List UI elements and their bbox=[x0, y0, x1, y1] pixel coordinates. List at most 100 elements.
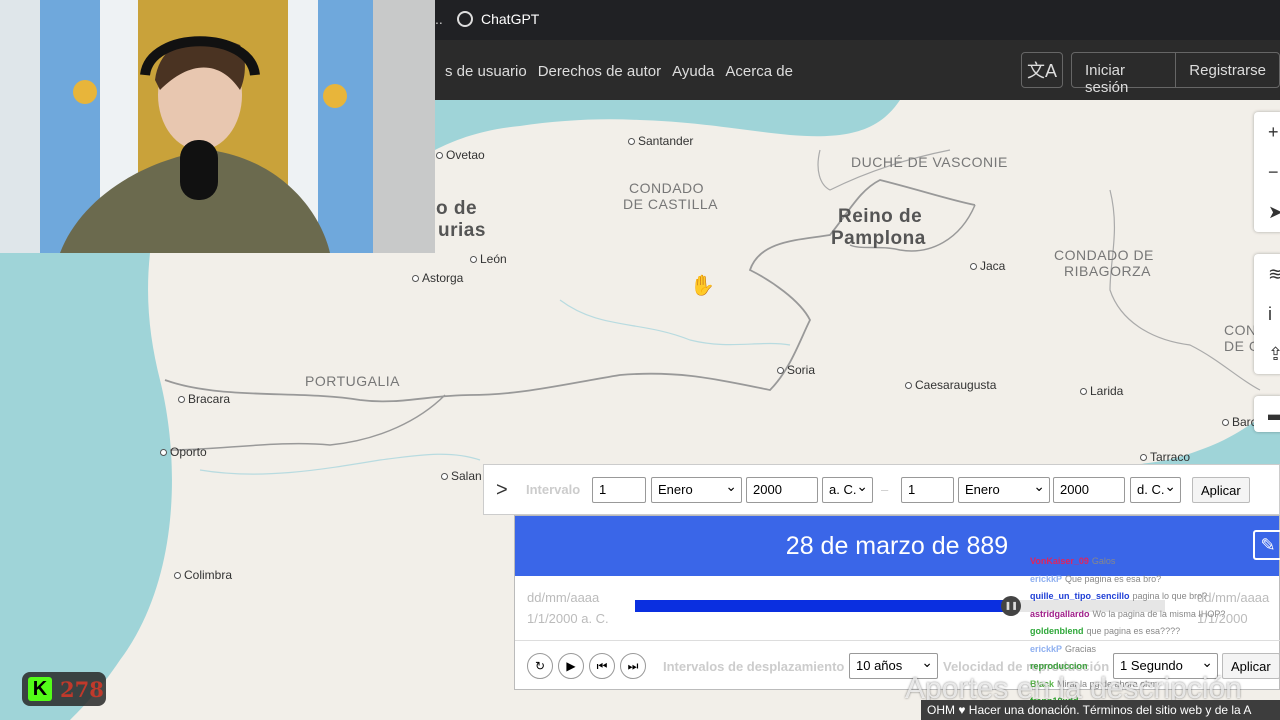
chat-text: Galos bbox=[1091, 556, 1116, 566]
timeline-progress bbox=[635, 600, 1012, 612]
chat-message: quille_un_tipo_sencillo pagina lo que bro… bbox=[1030, 588, 1280, 606]
chat-username: erickkP bbox=[1030, 573, 1063, 584]
chat-username: VonKaiser_09 bbox=[1030, 556, 1089, 566]
place-label: Jaca bbox=[970, 259, 1005, 273]
place-marker-icon bbox=[412, 275, 419, 282]
map-controls-comment: ▬ bbox=[1254, 396, 1280, 432]
kick-logo-icon: K bbox=[28, 677, 52, 701]
layers-icon: ≋ bbox=[1268, 263, 1280, 284]
tab-chatgpt[interactable]: ChatGPT bbox=[457, 11, 539, 27]
share-button[interactable]: ⇪ bbox=[1254, 334, 1280, 374]
from-era-select[interactable]: a. C. bbox=[822, 477, 873, 503]
map-controls-zoom: + − ➤ bbox=[1254, 112, 1280, 232]
from-month-select[interactable]: Enero bbox=[651, 477, 742, 503]
chat-text: pagina lo que bro? bbox=[1132, 591, 1208, 601]
place-marker-icon bbox=[470, 256, 477, 263]
nav-link-help[interactable]: Ayuda bbox=[672, 63, 714, 80]
translate-button[interactable]: 文A bbox=[1021, 52, 1063, 88]
chat-message: goldenblend que pagina es esa???? bbox=[1030, 623, 1280, 641]
nav-link-copyright[interactable]: Derechos de autor bbox=[538, 63, 661, 80]
place-label: Ovetao bbox=[436, 148, 485, 162]
place-label: Tarraco bbox=[1140, 450, 1190, 464]
chat-message: erickkP Que pagina es esa bro? bbox=[1030, 571, 1280, 589]
skip-forward-icon: ⏭ bbox=[627, 659, 639, 673]
from-month-value: Enero bbox=[658, 482, 693, 497]
chat-username: astridgallardo bbox=[1030, 608, 1090, 619]
layers-button[interactable]: ≋ bbox=[1254, 254, 1280, 294]
place-label: Santander bbox=[628, 134, 693, 148]
register-button[interactable]: Registrarse bbox=[1175, 53, 1279, 87]
place-marker-icon bbox=[441, 473, 448, 480]
loop-icon: ↻ bbox=[534, 659, 546, 673]
map-controls-layers: ≋ i ⇪ bbox=[1254, 254, 1280, 374]
chat-message: astridgallardo Wo la pagina de la misma I… bbox=[1030, 606, 1280, 624]
compass-icon: ➤ bbox=[1268, 201, 1280, 222]
place-label: Caesaraugusta bbox=[905, 378, 996, 392]
place-marker-icon bbox=[178, 396, 185, 403]
to-year-input[interactable]: 2000 bbox=[1053, 477, 1125, 503]
comment-button[interactable]: ▬ bbox=[1254, 396, 1280, 432]
compass-button[interactable]: ➤ bbox=[1254, 192, 1280, 232]
timeline-thumb-icon[interactable]: ❚❚ bbox=[1001, 596, 1022, 616]
chat-text: Wo la pagina de la misma IHOP? bbox=[1092, 608, 1226, 619]
step-value: 10 años bbox=[856, 658, 903, 673]
place-marker-icon bbox=[628, 138, 635, 145]
chat-username: quille_un_tipo_sencillo bbox=[1030, 591, 1130, 601]
nav-link-user-terms[interactable]: s de usuario bbox=[445, 63, 527, 80]
hand-cursor-icon: ✋ bbox=[690, 275, 715, 297]
viewer-count: 278 bbox=[60, 676, 104, 702]
share-icon: ⇪ bbox=[1268, 343, 1280, 364]
chat-message: VonKaiser_09 Galos bbox=[1030, 553, 1280, 571]
viewer-count-badge: K 278 bbox=[22, 672, 106, 706]
from-day-input[interactable]: 1 bbox=[592, 477, 646, 503]
interval-apply-button[interactable]: Aplicar bbox=[1192, 477, 1250, 503]
to-month-select[interactable]: Enero bbox=[958, 477, 1050, 503]
chat-text: Que pagina es esa bro? bbox=[1065, 573, 1162, 584]
chat-username: erickkP bbox=[1030, 643, 1063, 654]
interval-separator: – bbox=[881, 482, 889, 497]
place-marker-icon bbox=[1140, 454, 1147, 461]
nav-link-about[interactable]: Acerca de bbox=[725, 63, 793, 80]
region-label: DE CASTILLA bbox=[623, 196, 718, 212]
comment-icon: ▬ bbox=[1268, 403, 1280, 424]
play-button[interactable]: ▶ bbox=[558, 653, 584, 679]
tab-title: ChatGPT bbox=[481, 11, 540, 27]
auth-buttons: Iniciar sesión Registrarse bbox=[1071, 52, 1280, 96]
start-format-label: dd/mm/aaaa bbox=[527, 590, 600, 605]
minus-icon: − bbox=[1268, 161, 1279, 182]
from-year-input[interactable]: 2000 bbox=[746, 477, 818, 503]
place-marker-icon bbox=[777, 367, 784, 374]
to-day-input[interactable]: 1 bbox=[901, 477, 954, 503]
skip-back-button[interactable]: ⏮ bbox=[589, 653, 615, 679]
to-era-select[interactable]: d. C. bbox=[1130, 477, 1181, 503]
site-navbar: s de usuario Derechos de autor Ayuda Ace… bbox=[435, 40, 1280, 100]
loop-button[interactable]: ↻ bbox=[527, 653, 553, 679]
pencil-icon: ✎ bbox=[1260, 535, 1276, 555]
place-label: Bracara bbox=[178, 392, 230, 406]
step-label: Intervalos de desplazamiento bbox=[663, 659, 845, 674]
to-month-value: Enero bbox=[965, 482, 1000, 497]
footer-ticker: OHM ♥ Hacer una donación. Términos del s… bbox=[921, 700, 1280, 720]
region-label: o de bbox=[436, 198, 478, 219]
place-label: Salan bbox=[441, 469, 482, 483]
place-marker-icon bbox=[970, 263, 977, 270]
place-label: Larida bbox=[1080, 384, 1123, 398]
collapse-chevron-icon[interactable]: > bbox=[496, 479, 508, 502]
info-button[interactable]: i bbox=[1254, 294, 1280, 334]
place-marker-icon bbox=[1222, 419, 1229, 426]
place-label: Colimbra bbox=[174, 568, 232, 582]
zoom-out-button[interactable]: − bbox=[1254, 152, 1280, 192]
place-label: Soria bbox=[777, 363, 815, 377]
play-icon: ▶ bbox=[566, 659, 576, 673]
chat-message: erickkP Gracias bbox=[1030, 641, 1280, 659]
skip-forward-button[interactable]: ⏭ bbox=[620, 653, 646, 679]
tab-overflow[interactable]: .. bbox=[435, 11, 443, 27]
chatgpt-icon bbox=[457, 11, 473, 27]
browser-tab-bar: .. ChatGPT bbox=[435, 0, 1280, 40]
login-button[interactable]: Iniciar sesión bbox=[1072, 53, 1175, 96]
streamer-figure bbox=[60, 36, 330, 253]
zoom-in-button[interactable]: + bbox=[1254, 112, 1280, 152]
chat-username: reproduccion bbox=[1030, 661, 1088, 671]
plus-icon: + bbox=[1268, 121, 1279, 142]
webcam-feed bbox=[0, 0, 435, 253]
